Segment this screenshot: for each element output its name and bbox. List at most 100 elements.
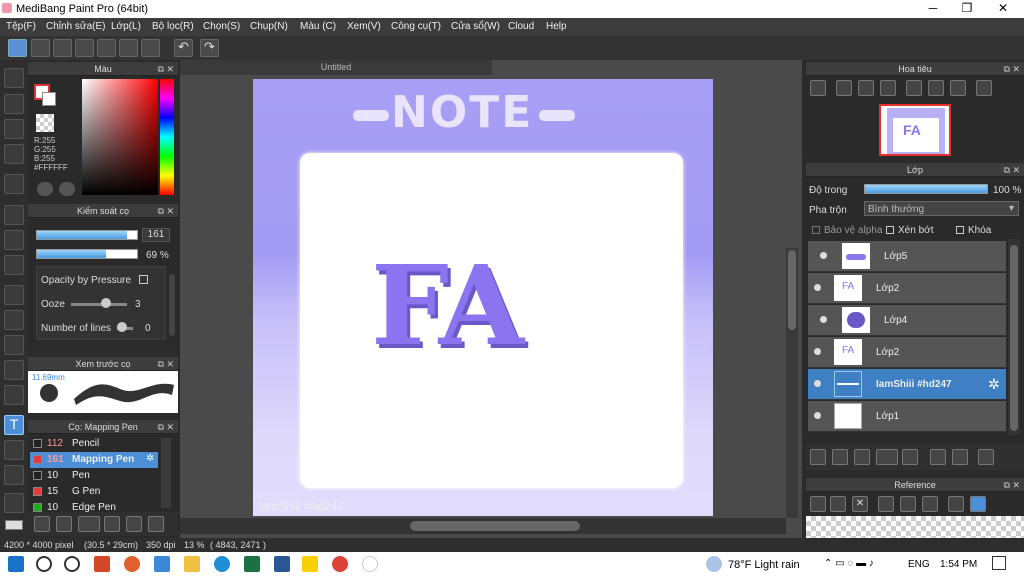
- chrome-icon[interactable]: [332, 556, 348, 572]
- clock[interactable]: 1:54 PM: [940, 559, 977, 570]
- panel-close-icon[interactable]: ⧉ ✕: [1004, 163, 1020, 177]
- edge-icon[interactable]: [214, 556, 230, 572]
- monitor-icon[interactable]: [154, 556, 170, 572]
- select-pen-icon[interactable]: [4, 360, 24, 380]
- reference-zoom-in-icon[interactable]: [878, 496, 894, 512]
- brush-size-slider[interactable]: [36, 230, 138, 240]
- word-icon[interactable]: [274, 556, 290, 572]
- layer-row[interactable]: Lớp1: [808, 401, 1006, 432]
- reference-fit-icon[interactable]: [900, 496, 916, 512]
- menu-view[interactable]: Xem(V): [347, 21, 381, 32]
- canvas-vertical-scrollbar[interactable]: [786, 248, 798, 518]
- brush-item-pen[interactable]: 10 Pen: [30, 468, 158, 484]
- canvas-horizontal-scrollbar[interactable]: [180, 518, 786, 534]
- document-tab[interactable]: Untitled: [180, 60, 492, 75]
- palette-add-icon[interactable]: [59, 182, 75, 196]
- lock-checkbox[interactable]: [956, 226, 964, 234]
- layer-opacity-slider[interactable]: [864, 184, 988, 194]
- excel-icon[interactable]: [244, 556, 260, 572]
- minimize-button[interactable]: ─: [918, 1, 948, 17]
- navigator-thumbnail[interactable]: FA: [879, 104, 951, 156]
- brush-size-value[interactable]: 161: [142, 228, 170, 242]
- add-brush-icon[interactable]: [34, 516, 50, 532]
- medibang-icon[interactable]: [362, 556, 378, 572]
- visibility-eye-icon[interactable]: [814, 412, 821, 419]
- duplicate-layer-icon[interactable]: [930, 449, 946, 465]
- layer-row[interactable]: Lớp5: [808, 241, 1006, 272]
- brush-tool-icon[interactable]: [4, 68, 24, 88]
- brush-copy-icon[interactable]: [104, 516, 120, 532]
- brush-item-pencil[interactable]: 112 Pencil: [30, 436, 158, 452]
- merge-layer-icon[interactable]: [952, 449, 968, 465]
- flip-icon[interactable]: [976, 80, 992, 96]
- menu-capture[interactable]: Chụp(N): [250, 21, 288, 32]
- visibility-eye-icon[interactable]: [820, 316, 827, 323]
- delete-layer-icon[interactable]: [978, 449, 994, 465]
- ooze-slider-handle[interactable]: [101, 298, 111, 308]
- panel-close-icon[interactable]: ⧉ ✕: [158, 420, 174, 434]
- upload-icon[interactable]: [31, 39, 50, 57]
- layer-row[interactable]: FA Lớp2: [808, 273, 1006, 304]
- secondary-color-swatch[interactable]: [42, 92, 56, 106]
- tray-icons[interactable]: ⌃ ▭ ◌ ▬ ♪: [824, 558, 874, 569]
- zoom-in-icon[interactable]: [810, 80, 826, 96]
- fit-icon[interactable]: [858, 80, 874, 96]
- cloud-icon[interactable]: [8, 39, 27, 57]
- lines-slider-handle[interactable]: [117, 322, 127, 332]
- scrollbar-thumb[interactable]: [788, 250, 796, 330]
- reset-view-icon[interactable]: [928, 80, 944, 96]
- ooze-slider[interactable]: [71, 303, 127, 306]
- cortana-icon[interactable]: [64, 556, 80, 572]
- rectangle-tool-icon[interactable]: [4, 119, 24, 139]
- eyedropper-icon[interactable]: [4, 465, 24, 485]
- blend-mode-select[interactable]: Bình thường ▾: [864, 201, 1019, 216]
- eraser-tool-icon[interactable]: [4, 94, 24, 114]
- visibility-eye-icon[interactable]: [814, 380, 821, 387]
- reference-zoom-out-icon[interactable]: [922, 496, 938, 512]
- magic-wand-icon[interactable]: [4, 335, 24, 355]
- new-layer-alt-icon[interactable]: [832, 449, 848, 465]
- app-f-icon[interactable]: [302, 556, 318, 572]
- brush-duplicate-icon[interactable]: [148, 516, 164, 532]
- visibility-eye-icon[interactable]: [820, 252, 827, 259]
- grid-icon[interactable]: [141, 39, 160, 57]
- scrollbar-thumb[interactable]: [410, 521, 580, 531]
- menu-tools[interactable]: Công cụ(T): [391, 21, 441, 32]
- new-brush-icon[interactable]: [56, 516, 72, 532]
- visibility-eye-icon[interactable]: [814, 348, 821, 355]
- comment-icon[interactable]: [53, 39, 72, 57]
- lasso-icon[interactable]: [4, 310, 24, 330]
- reference-close-icon[interactable]: ✕: [852, 496, 868, 512]
- zoom-out-icon[interactable]: [880, 80, 896, 96]
- layer-folder-icon[interactable]: [902, 449, 918, 465]
- layer-row[interactable]: FA Lớp2: [808, 337, 1006, 368]
- brush-settings-gear-icon[interactable]: ✲: [146, 453, 154, 464]
- brush-control-scrollbar[interactable]: [169, 274, 175, 336]
- brush-menu-icon[interactable]: [78, 516, 100, 532]
- undo-icon[interactable]: ↶: [174, 39, 193, 57]
- brush-folder-icon[interactable]: [126, 516, 142, 532]
- dot-tool-icon[interactable]: [4, 144, 24, 164]
- windows-start-icon[interactable]: [8, 556, 24, 572]
- menu-help[interactable]: Help: [546, 21, 567, 32]
- close-button[interactable]: ✕: [988, 1, 1018, 17]
- layer-row-selected[interactable]: IamShiii #hd247 ✲: [808, 369, 1006, 400]
- new-layer-icon[interactable]: [810, 449, 826, 465]
- app-icon[interactable]: [124, 556, 140, 572]
- scrollbar-thumb[interactable]: [1010, 245, 1018, 431]
- fill-rect-tool-icon[interactable]: [4, 205, 24, 225]
- list-icon[interactable]: [119, 39, 138, 57]
- brush-opacity-slider[interactable]: [36, 249, 138, 259]
- menu-cloud[interactable]: Cloud: [508, 21, 534, 32]
- bucket-tool-icon[interactable]: [4, 230, 24, 250]
- visibility-eye-icon[interactable]: [814, 284, 821, 291]
- reference-cloud-icon[interactable]: [810, 496, 826, 512]
- color-saturation-picker[interactable]: [82, 79, 158, 195]
- rotate-right-icon[interactable]: [950, 80, 966, 96]
- reference-eyedropper-icon[interactable]: [948, 496, 964, 512]
- brush-item-mapping-pen[interactable]: 161 Mapping Pen ✲: [30, 452, 158, 468]
- brush-item-edge-pen[interactable]: 10 Edge Pen: [30, 500, 158, 512]
- speech-icon[interactable]: [75, 39, 94, 57]
- zoom-in-alt-icon[interactable]: [836, 80, 852, 96]
- reference-open-icon[interactable]: [830, 496, 846, 512]
